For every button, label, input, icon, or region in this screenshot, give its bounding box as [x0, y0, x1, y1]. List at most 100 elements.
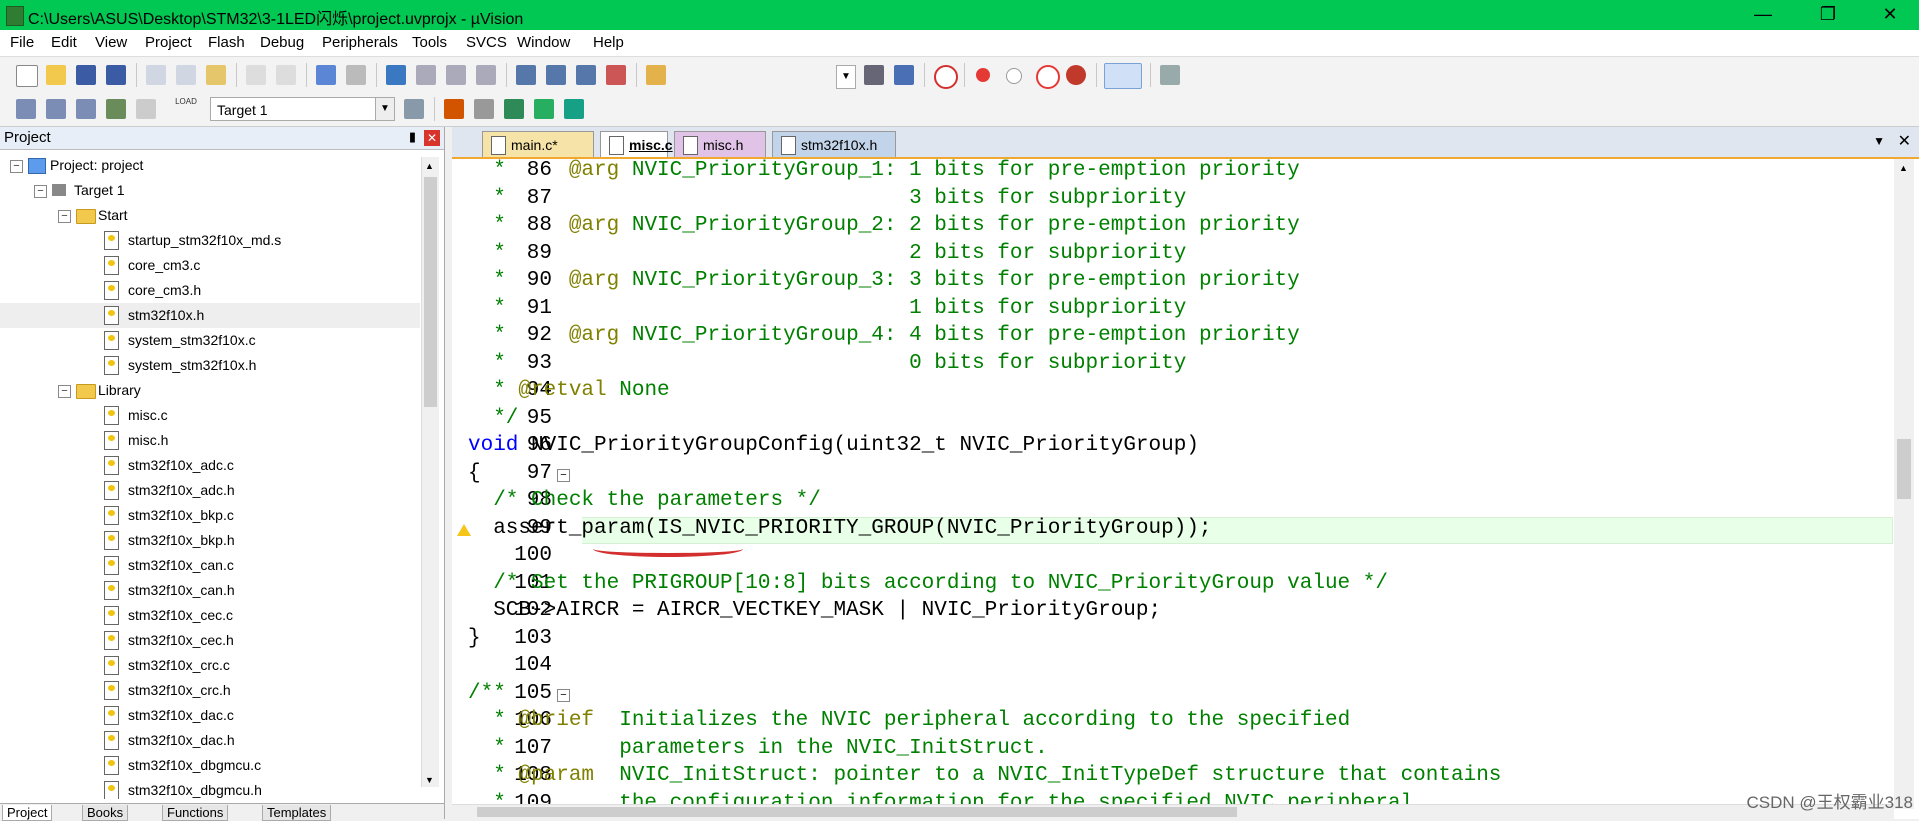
cut-icon[interactable] — [146, 65, 166, 85]
maximize-icon[interactable]: ❐ — [1800, 0, 1856, 30]
tree-file[interactable]: stm32f10x_bkp.c — [0, 503, 420, 528]
menu-file[interactable]: File — [10, 34, 34, 51]
new-file-icon[interactable] — [16, 65, 38, 87]
tree-root-project[interactable]: − Project: project — [0, 153, 420, 178]
manage-runtime-icon[interactable] — [564, 99, 584, 119]
batch-build-icon[interactable] — [106, 99, 126, 119]
code-line[interactable]: * @arg NVIC_PriorityGroup_2: 2 bits for … — [468, 212, 1300, 240]
menu-peripherals[interactable]: Peripherals — [322, 34, 398, 51]
collapse-icon[interactable]: − — [34, 185, 47, 198]
collapse-icon[interactable]: − — [10, 160, 23, 173]
code-line[interactable]: * 2 bits for subpriority — [468, 240, 1186, 268]
scroll-up-icon[interactable]: ▲ — [425, 161, 434, 171]
tree-file[interactable]: stm32f10x_cec.c — [0, 603, 420, 628]
close-tab-icon[interactable]: ✕ — [1898, 131, 1911, 151]
debug-settings-icon[interactable] — [894, 65, 914, 85]
translate-icon[interactable] — [16, 99, 36, 119]
code-line[interactable]: } — [468, 625, 481, 653]
tree-file[interactable]: startup_stm32f10x_md.s — [0, 228, 420, 253]
editor-horizontal-scrollbar[interactable] — [452, 804, 1894, 820]
tab-misc-c[interactable]: misc.c — [600, 131, 673, 157]
code-area[interactable]: * @arg NVIC_PriorityGroup_1: 1 bits for … — [452, 159, 1892, 804]
scroll-thumb[interactable] — [424, 177, 437, 407]
menu-flash[interactable]: Flash — [208, 34, 245, 51]
insert-breakpoint-icon[interactable] — [976, 68, 990, 82]
tree-file[interactable]: stm32f10x_bkp.h — [0, 528, 420, 553]
copy-target-icon[interactable] — [474, 99, 494, 119]
uncomment-icon[interactable] — [606, 65, 626, 85]
code-line[interactable]: * 1 bits for subpriority — [468, 295, 1186, 323]
code-line[interactable]: * @param NVIC_InitStruct: pointer to a N… — [468, 762, 1501, 790]
code-line[interactable]: * 0 bits for subpriority — [468, 350, 1186, 378]
debug-session-icon[interactable] — [934, 65, 958, 89]
select-packs-icon[interactable] — [534, 99, 554, 119]
code-line[interactable]: * @retval None — [468, 377, 669, 405]
tree-file[interactable]: system_stm32f10x.c — [0, 328, 420, 353]
scroll-up-icon[interactable]: ▲ — [1899, 163, 1908, 173]
code-line[interactable]: /** — [468, 680, 506, 708]
code-line[interactable]: */ — [468, 405, 518, 433]
pin-icon[interactable]: ▮ — [409, 129, 416, 145]
clear-bookmarks-icon[interactable] — [476, 65, 496, 85]
redo-icon[interactable] — [276, 65, 296, 85]
close-icon[interactable]: ✕ — [1862, 0, 1918, 30]
tree-target-1[interactable]: − Target 1 — [0, 178, 420, 203]
tree-file[interactable]: stm32f10x_adc.h — [0, 478, 420, 503]
target-select[interactable]: Target 1 ▼ — [210, 97, 395, 121]
manage-project-items-icon[interactable] — [444, 99, 464, 119]
tab-main-c[interactable]: main.c* — [482, 131, 594, 157]
target-options-icon[interactable] — [404, 99, 424, 119]
menu-debug[interactable]: Debug — [260, 34, 304, 51]
paste-icon[interactable] — [206, 65, 226, 85]
tree-file[interactable]: misc.c — [0, 403, 420, 428]
collapse-icon[interactable]: − — [58, 385, 71, 398]
prev-bookmark-icon[interactable] — [416, 65, 436, 85]
tree-file[interactable]: stm32f10x_crc.c — [0, 653, 420, 678]
tree-file[interactable]: stm32f10x_dac.h — [0, 728, 420, 753]
tree-file[interactable]: stm32f10x_dbgmcu.c — [0, 753, 420, 778]
menu-svcs[interactable]: SVCS — [466, 34, 507, 51]
code-line[interactable]: /* Check the parameters */ — [468, 487, 821, 515]
tree-file[interactable]: stm32f10x_can.c — [0, 553, 420, 578]
code-line[interactable]: * @arg NVIC_PriorityGroup_3: 3 bits for … — [468, 267, 1300, 295]
tree-group-start[interactable]: − Start — [0, 203, 420, 228]
scroll-down-icon[interactable]: ▼ — [425, 775, 434, 785]
incremental-find-icon[interactable] — [864, 65, 884, 85]
configure-icon[interactable] — [1160, 65, 1180, 85]
find-in-files-icon[interactable] — [646, 65, 666, 85]
code-line[interactable]: * @brief Initializes the NVIC peripheral… — [468, 707, 1350, 735]
menu-edit[interactable]: Edit — [51, 34, 77, 51]
menu-tools[interactable]: Tools — [412, 34, 447, 51]
tab-misc-h[interactable]: misc.h — [674, 131, 766, 157]
build-icon[interactable] — [46, 99, 66, 119]
tree-file[interactable]: core_cm3.c — [0, 253, 420, 278]
code-line[interactable]: void NVIC_PriorityGroupConfig(uint32_t N… — [468, 432, 1199, 460]
kill-breakpoints-icon[interactable] — [1066, 65, 1086, 85]
enable-breakpoint-icon[interactable] — [1006, 68, 1022, 84]
menu-project[interactable]: Project — [145, 34, 192, 51]
rebuild-icon[interactable] — [76, 99, 96, 119]
save-icon[interactable] — [76, 65, 96, 85]
close-panel-icon[interactable]: ✕ — [424, 130, 440, 146]
editor-vertical-scrollbar[interactable]: ▲ — [1894, 159, 1914, 809]
code-line[interactable]: { — [468, 460, 481, 488]
menu-view[interactable]: View — [95, 34, 127, 51]
unindent-icon[interactable] — [546, 65, 566, 85]
code-line[interactable]: * parameters in the NVIC_InitStruct. — [468, 735, 1048, 763]
tree-file[interactable]: stm32f10x_crc.h — [0, 678, 420, 703]
tree-file[interactable]: system_stm32f10x.h — [0, 353, 420, 378]
minimize-icon[interactable]: — — [1735, 0, 1791, 30]
menu-window[interactable]: Window — [517, 34, 570, 51]
code-line[interactable]: SCB->AIRCR = AIRCR_VECTKEY_MASK | NVIC_P… — [468, 597, 1161, 625]
undo-icon[interactable] — [246, 65, 266, 85]
nav-forward-icon[interactable] — [346, 65, 366, 85]
copy-icon[interactable] — [176, 65, 196, 85]
stop-build-icon[interactable] — [136, 99, 156, 119]
nav-back-icon[interactable] — [316, 65, 336, 85]
window-layout-icon[interactable] — [1104, 63, 1142, 89]
tree-group-library[interactable]: − Library — [0, 378, 420, 403]
tree-file[interactable]: stm32f10x_cec.h — [0, 628, 420, 653]
tree-file[interactable]: stm32f10x_dbgmcu.h — [0, 778, 420, 799]
menu-help[interactable]: Help — [593, 34, 624, 51]
disable-breakpoints-icon[interactable] — [1036, 65, 1060, 89]
